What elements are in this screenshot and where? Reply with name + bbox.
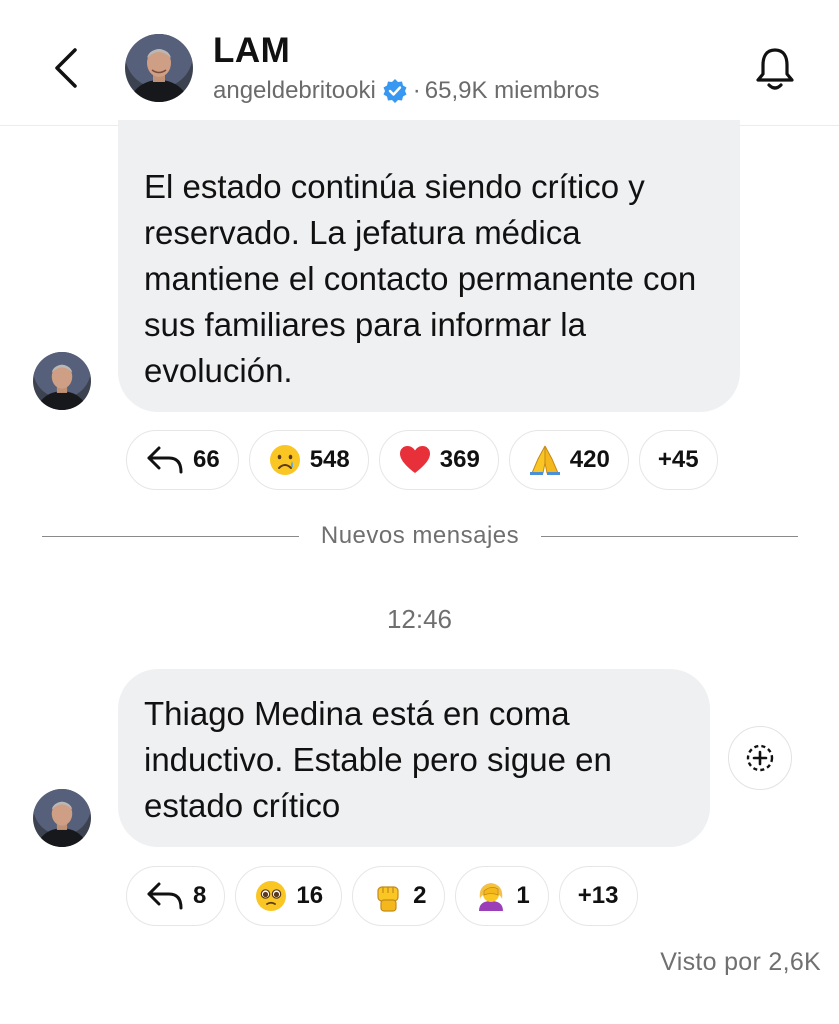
more-reactions-chip[interactable]: +45 [638, 430, 718, 490]
subtitle-separator: · [412, 77, 421, 104]
seen-by-count: Visto por 2,6K [660, 948, 821, 976]
more-reactions-count: +45 [657, 446, 699, 473]
divider-line [541, 535, 799, 537]
channel-avatar[interactable] [125, 34, 193, 102]
message-reactions: 8 16 2 1 +13 [126, 866, 638, 926]
channel-header: LAM angeldebritooki · 65,9K miembros [0, 0, 839, 126]
notifications-button[interactable] [750, 42, 800, 96]
reaction-chip[interactable]: 16 [235, 866, 343, 926]
reaction-count: 1 [516, 882, 530, 909]
sender-avatar[interactable] [33, 352, 91, 410]
reaction-count: 548 [309, 446, 350, 473]
channel-title: LAM [213, 31, 291, 70]
folded-hands-icon [528, 443, 562, 477]
more-reactions-count: +13 [577, 882, 619, 909]
crying-face-icon [268, 443, 302, 477]
reaction-chip[interactable]: 2 [352, 866, 446, 926]
back-button[interactable] [44, 40, 88, 96]
reply-icon [145, 880, 185, 912]
add-reaction-icon [746, 744, 774, 772]
raised-fist-icon [371, 879, 405, 913]
member-count: 65,9K miembros [424, 77, 600, 104]
reaction-count: 2 [413, 882, 427, 909]
reaction-count: 420 [569, 446, 610, 473]
reaction-chip[interactable]: 548 [248, 430, 369, 490]
divider-label: Nuevos mensajes [320, 522, 520, 549]
reply-chip[interactable]: 66 [126, 430, 239, 490]
red-heart-icon [398, 444, 432, 476]
message-bubble[interactable]: Thiago Medina está en coma inductivo. Es… [118, 669, 710, 847]
bell-icon [756, 48, 794, 90]
message-text: El estado continúa siendo crítico y rese… [144, 168, 697, 389]
message-bubble[interactable]: El estado continúa siendo crítico y rese… [118, 120, 740, 412]
message-text: Thiago Medina está en coma inductivo. Es… [144, 695, 612, 824]
sender-avatar[interactable] [33, 789, 91, 847]
message-reactions: 66 548 369 420 +45 [126, 430, 718, 490]
channel-handle: angeldebritooki [213, 77, 376, 104]
reaction-count: 369 [439, 446, 480, 473]
timestamp: 12:46 [386, 604, 453, 634]
channel-subtitle: angeldebritooki · 65,9K miembros [213, 77, 600, 105]
reply-count: 66 [193, 446, 220, 473]
reply-chip[interactable]: 8 [126, 866, 226, 926]
reaction-chip[interactable]: 1 [455, 866, 549, 926]
pleading-face-icon [254, 879, 288, 913]
more-reactions-chip[interactable]: +13 [558, 866, 638, 926]
reaction-chip[interactable]: 369 [378, 430, 499, 490]
woman-facepalming-icon [474, 879, 508, 913]
reply-count: 8 [193, 882, 207, 909]
reaction-chip[interactable]: 420 [508, 430, 629, 490]
add-reaction-button[interactable] [728, 726, 792, 790]
chevron-left-icon [55, 48, 77, 88]
reaction-count: 16 [296, 882, 324, 909]
divider-line [42, 535, 299, 537]
verified-badge-icon [382, 78, 408, 104]
reply-icon [145, 444, 185, 476]
new-messages-divider: Nuevos mensajes [42, 519, 799, 553]
